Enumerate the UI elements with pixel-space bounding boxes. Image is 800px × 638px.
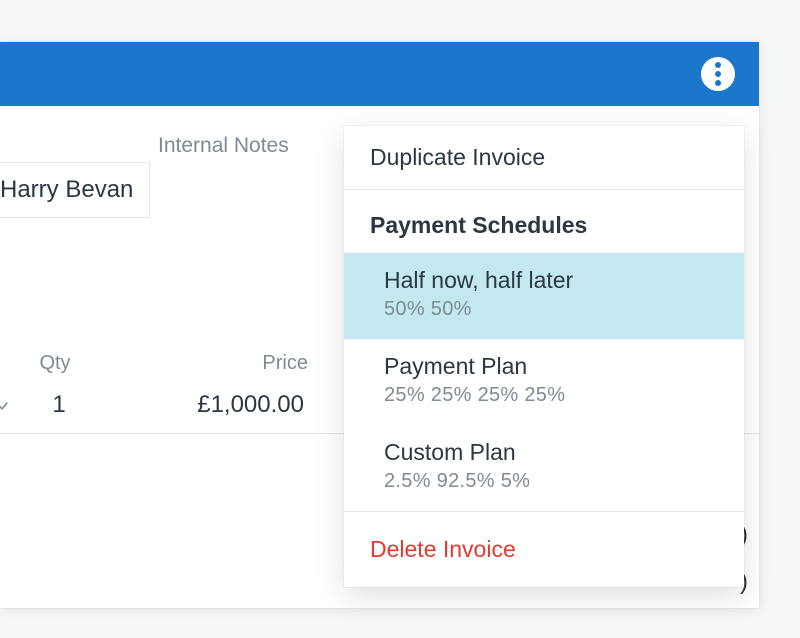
schedule-half-now-half-later[interactable]: Half now, half later 50% 50% xyxy=(344,253,744,339)
col-price-header: Price xyxy=(110,352,330,375)
more-dot xyxy=(715,71,721,77)
menu-heading-payment-schedules: Payment Schedules xyxy=(344,190,744,253)
card-header xyxy=(0,42,759,106)
actions-popover: Duplicate Invoice Payment Schedules Half… xyxy=(344,126,744,587)
schedule-breakdown: 50% 50% xyxy=(384,298,718,321)
menu-delete-invoice[interactable]: Delete Invoice xyxy=(344,512,744,587)
line-qty-value: 1 xyxy=(12,391,106,419)
schedule-title: Custom Plan xyxy=(384,439,718,466)
more-menu-button[interactable] xyxy=(701,57,735,91)
schedule-payment-plan[interactable]: Payment Plan 25% 25% 25% 25% xyxy=(344,339,744,425)
schedule-title: Payment Plan xyxy=(384,353,718,380)
card-body: Internal Notes Harry Bevan Qty Price 1 £… xyxy=(0,106,759,608)
more-dot xyxy=(715,62,721,68)
schedule-breakdown: 25% 25% 25% 25% xyxy=(384,384,718,407)
invoice-card: Internal Notes Harry Bevan Qty Price 1 £… xyxy=(0,42,759,608)
schedule-title: Half now, half later xyxy=(384,267,718,294)
customer-name-field[interactable]: Harry Bevan xyxy=(0,162,150,218)
line-price-value: £1,000.00 xyxy=(106,391,326,419)
chevron-down-icon xyxy=(0,391,12,419)
schedule-custom-plan[interactable]: Custom Plan 2.5% 92.5% 5% xyxy=(344,425,744,511)
col-qty-header: Qty xyxy=(0,352,110,375)
schedule-breakdown: 2.5% 92.5% 5% xyxy=(384,470,718,493)
more-dot xyxy=(715,80,721,86)
window-top-gap xyxy=(0,0,800,42)
internal-notes-label: Internal Notes xyxy=(158,134,289,158)
menu-duplicate-invoice[interactable]: Duplicate Invoice xyxy=(344,126,744,189)
